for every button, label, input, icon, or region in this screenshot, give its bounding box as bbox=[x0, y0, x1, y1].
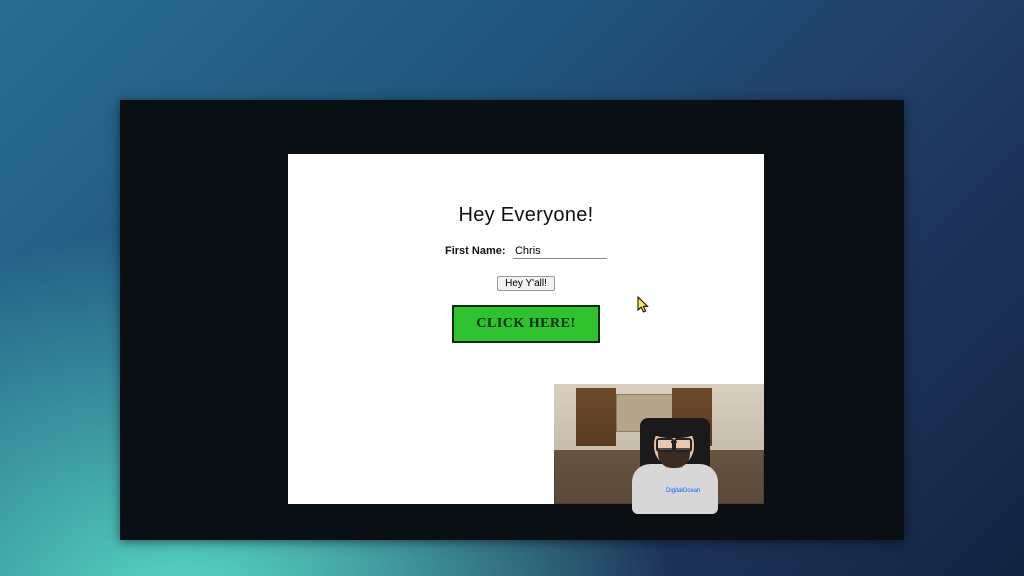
glasses-icon bbox=[656, 438, 692, 448]
page-content: Hey Everyone! First Name: Hey Y'all! CLI… bbox=[288, 204, 764, 357]
glasses-lens-right bbox=[674, 438, 692, 452]
webcam-door-left bbox=[576, 388, 616, 446]
hey-yall-button[interactable]: Hey Y'all! bbox=[497, 276, 555, 291]
shirt-logo-text: DigitalOcean bbox=[666, 488, 700, 494]
webcam-person: DigitalOcean bbox=[624, 418, 724, 508]
page-heading: Hey Everyone! bbox=[288, 204, 764, 227]
click-here-button[interactable]: CLICK HERE! bbox=[452, 305, 599, 343]
first-name-row: First Name: bbox=[288, 241, 764, 259]
letterbox-frame: Hey Everyone! First Name: Hey Y'all! CLI… bbox=[0, 0, 1024, 576]
big-button-row: CLICK HERE! bbox=[288, 305, 764, 343]
small-button-row: Hey Y'all! bbox=[288, 273, 764, 291]
webcam-overlay: DigitalOcean bbox=[554, 384, 764, 504]
first-name-label: First Name: bbox=[445, 245, 506, 257]
webcam-cap-brim bbox=[646, 430, 702, 436]
first-name-input[interactable] bbox=[513, 244, 607, 259]
page-viewport: Hey Everyone! First Name: Hey Y'all! CLI… bbox=[288, 154, 764, 504]
